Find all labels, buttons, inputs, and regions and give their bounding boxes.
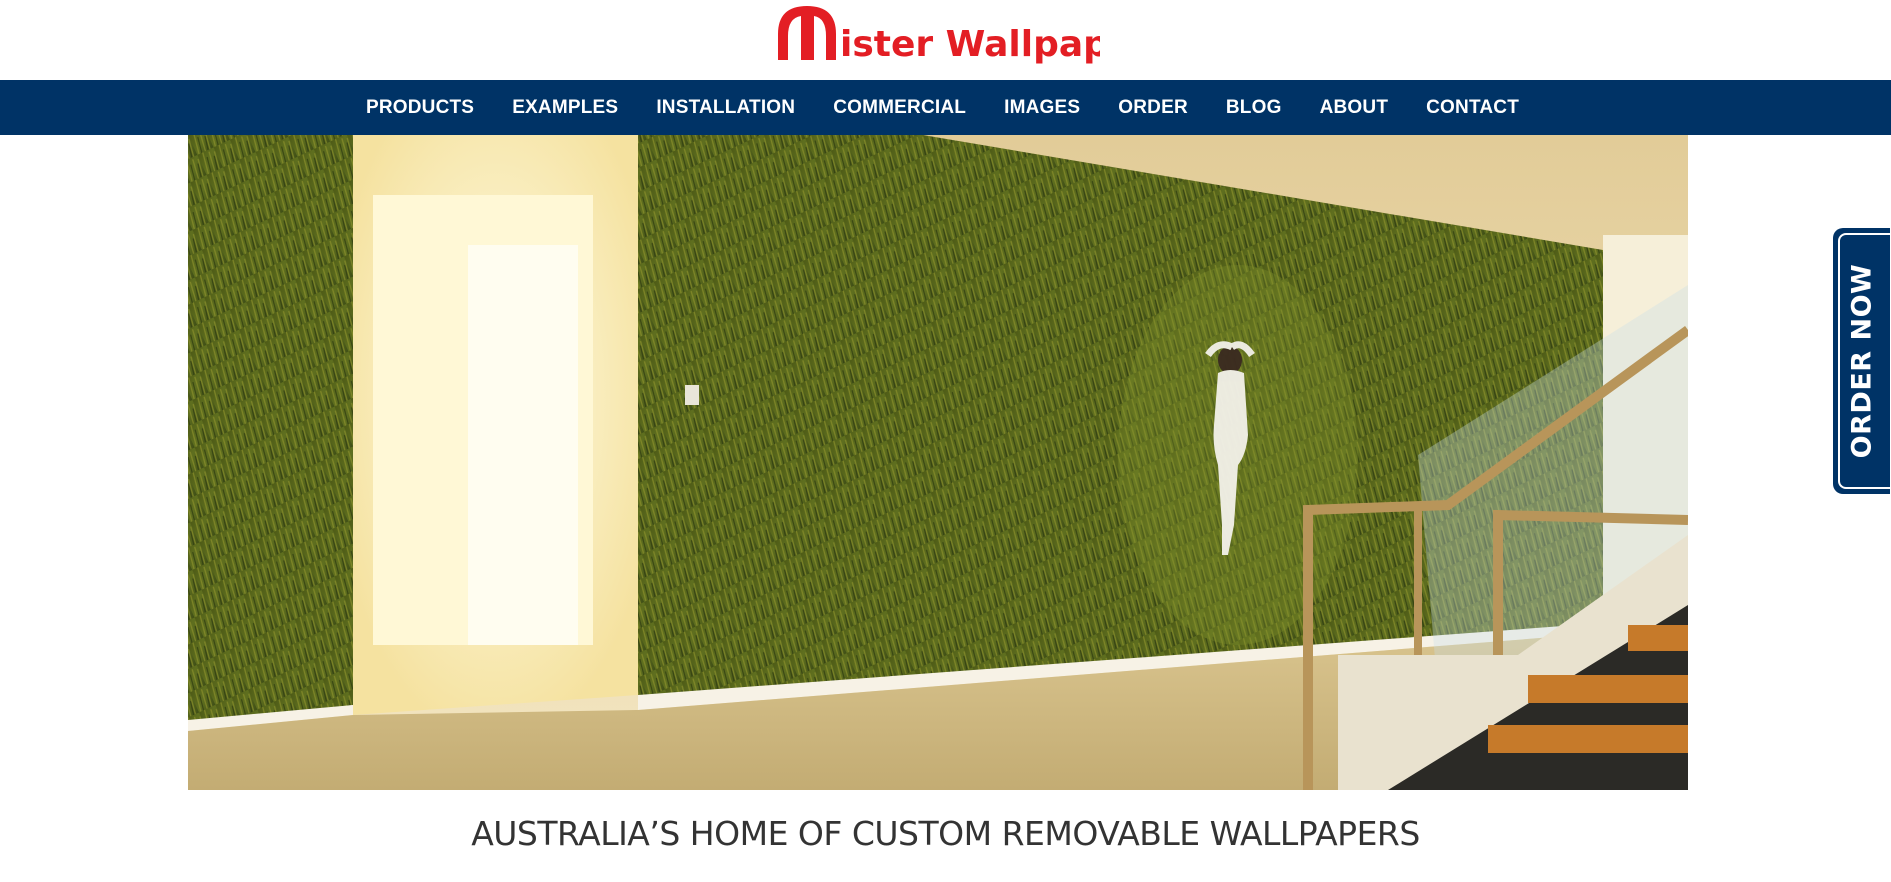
hero-image xyxy=(188,135,1688,790)
logo-graphic: ister Wallpaper xyxy=(778,6,1100,65)
nav-item-commercial[interactable]: COMMERCIAL xyxy=(814,97,985,119)
nav-item-about[interactable]: ABOUT xyxy=(1301,97,1408,119)
nav-item-blog[interactable]: BLOG xyxy=(1207,97,1301,119)
nav-item-examples[interactable]: EXAMPLES xyxy=(493,97,637,119)
order-now-tab[interactable]: ORDER NOW xyxy=(1833,228,1891,494)
mister-wallpaper-logo[interactable]: ister Wallpaper xyxy=(774,4,1100,66)
order-now-label: ORDER NOW xyxy=(1846,263,1878,459)
hero-illustration xyxy=(188,135,1688,790)
svg-text:ister Wallpaper: ister Wallpaper xyxy=(840,24,1100,65)
site-header: ister Wallpaper xyxy=(0,0,1891,80)
nav-item-contact[interactable]: CONTACT xyxy=(1407,97,1538,119)
nav-list: PRODUCTS EXAMPLES INSTALLATION COMMERCIA… xyxy=(347,97,1538,119)
main-navigation: PRODUCTS EXAMPLES INSTALLATION COMMERCIA… xyxy=(0,80,1891,135)
nav-item-order[interactable]: ORDER xyxy=(1099,97,1207,119)
nav-item-products[interactable]: PRODUCTS xyxy=(347,97,493,119)
nav-item-images[interactable]: IMAGES xyxy=(985,97,1099,119)
page-tagline: AUSTRALIA’S HOME OF CUSTOM REMOVABLE WAL… xyxy=(471,814,1420,853)
nav-item-installation[interactable]: INSTALLATION xyxy=(637,97,814,119)
